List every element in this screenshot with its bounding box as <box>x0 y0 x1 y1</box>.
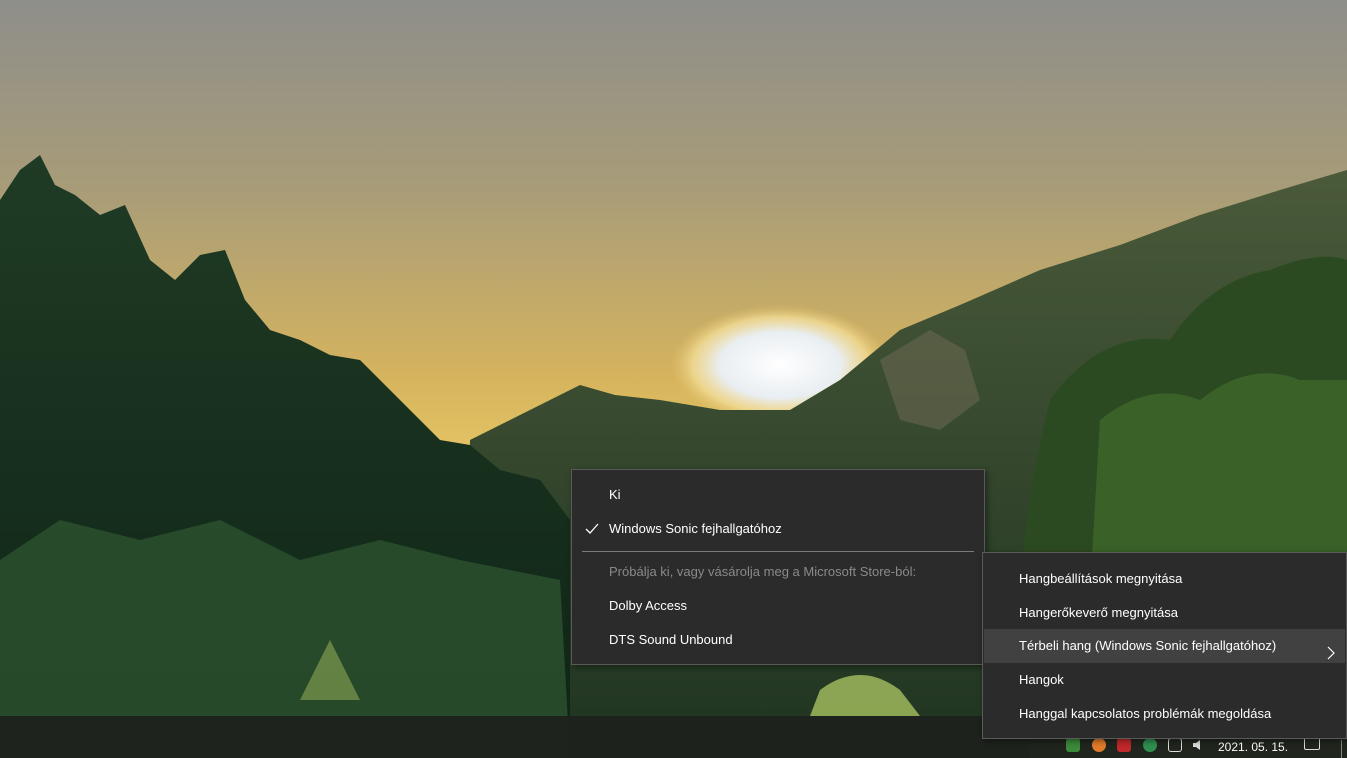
menu-item-label: Térbeli hang (Windows Sonic fejhallgatóh… <box>1019 638 1277 653</box>
taskbar-date[interactable]: 2021. 05. 15. <box>1218 739 1288 755</box>
submenu-item-label: DTS Sound Unbound <box>609 632 733 647</box>
submenu-item-label: Windows Sonic fejhallgatóhoz <box>609 521 782 536</box>
menu-separator <box>582 551 974 552</box>
volume-icon[interactable] <box>1192 738 1206 752</box>
firefox-icon[interactable] <box>1092 738 1106 752</box>
menu-item-open-volume-mixer[interactable]: Hangerőkeverő megnyitása <box>984 596 1345 630</box>
submenu-item-dts-sound-unbound[interactable]: DTS Sound Unbound <box>573 623 983 657</box>
submenu-item-label: Dolby Access <box>609 598 688 613</box>
volume-context-menu: Hangbeállítások megnyitása Hangerőkeverő… <box>982 552 1347 739</box>
menu-item-label: Hangbeállítások megnyitása <box>1019 571 1183 586</box>
checkmark-icon <box>585 512 599 546</box>
menu-item-label: Hangok <box>1019 672 1064 687</box>
submenu-item-windows-sonic[interactable]: Windows Sonic fejhallgatóhoz <box>573 512 983 546</box>
onedrive-icon[interactable] <box>1066 738 1080 752</box>
security-icon[interactable] <box>1143 738 1157 752</box>
menu-item-label: Hanggal kapcsolatos problémák megoldása <box>1019 706 1272 721</box>
menu-item-sounds[interactable]: Hangok <box>984 663 1345 697</box>
menu-item-spatial-sound[interactable]: Térbeli hang (Windows Sonic fejhallgatóh… <box>984 629 1345 663</box>
submenu-item-label: Ki <box>609 487 621 502</box>
submenu-store-hint: Próbálja ki, vagy vásárolja meg a Micros… <box>573 555 983 589</box>
submenu-item-off[interactable]: Ki <box>573 478 983 512</box>
menu-item-label: Hangerőkeverő megnyitása <box>1019 605 1178 620</box>
chevron-right-icon <box>1325 639 1337 660</box>
antivirus-icon[interactable] <box>1117 738 1131 752</box>
network-icon[interactable] <box>1168 738 1182 752</box>
submenu-item-dolby-access[interactable]: Dolby Access <box>573 589 983 623</box>
submenu-item-label: Próbálja ki, vagy vásárolja meg a Micros… <box>609 564 917 579</box>
menu-item-troubleshoot-sound[interactable]: Hanggal kapcsolatos problémák megoldása <box>984 697 1345 731</box>
show-desktop-button[interactable] <box>1341 740 1342 758</box>
menu-item-open-sound-settings[interactable]: Hangbeállítások megnyitása <box>984 562 1345 596</box>
spatial-sound-submenu: Ki Windows Sonic fejhallgatóhoz Próbálja… <box>571 469 985 665</box>
